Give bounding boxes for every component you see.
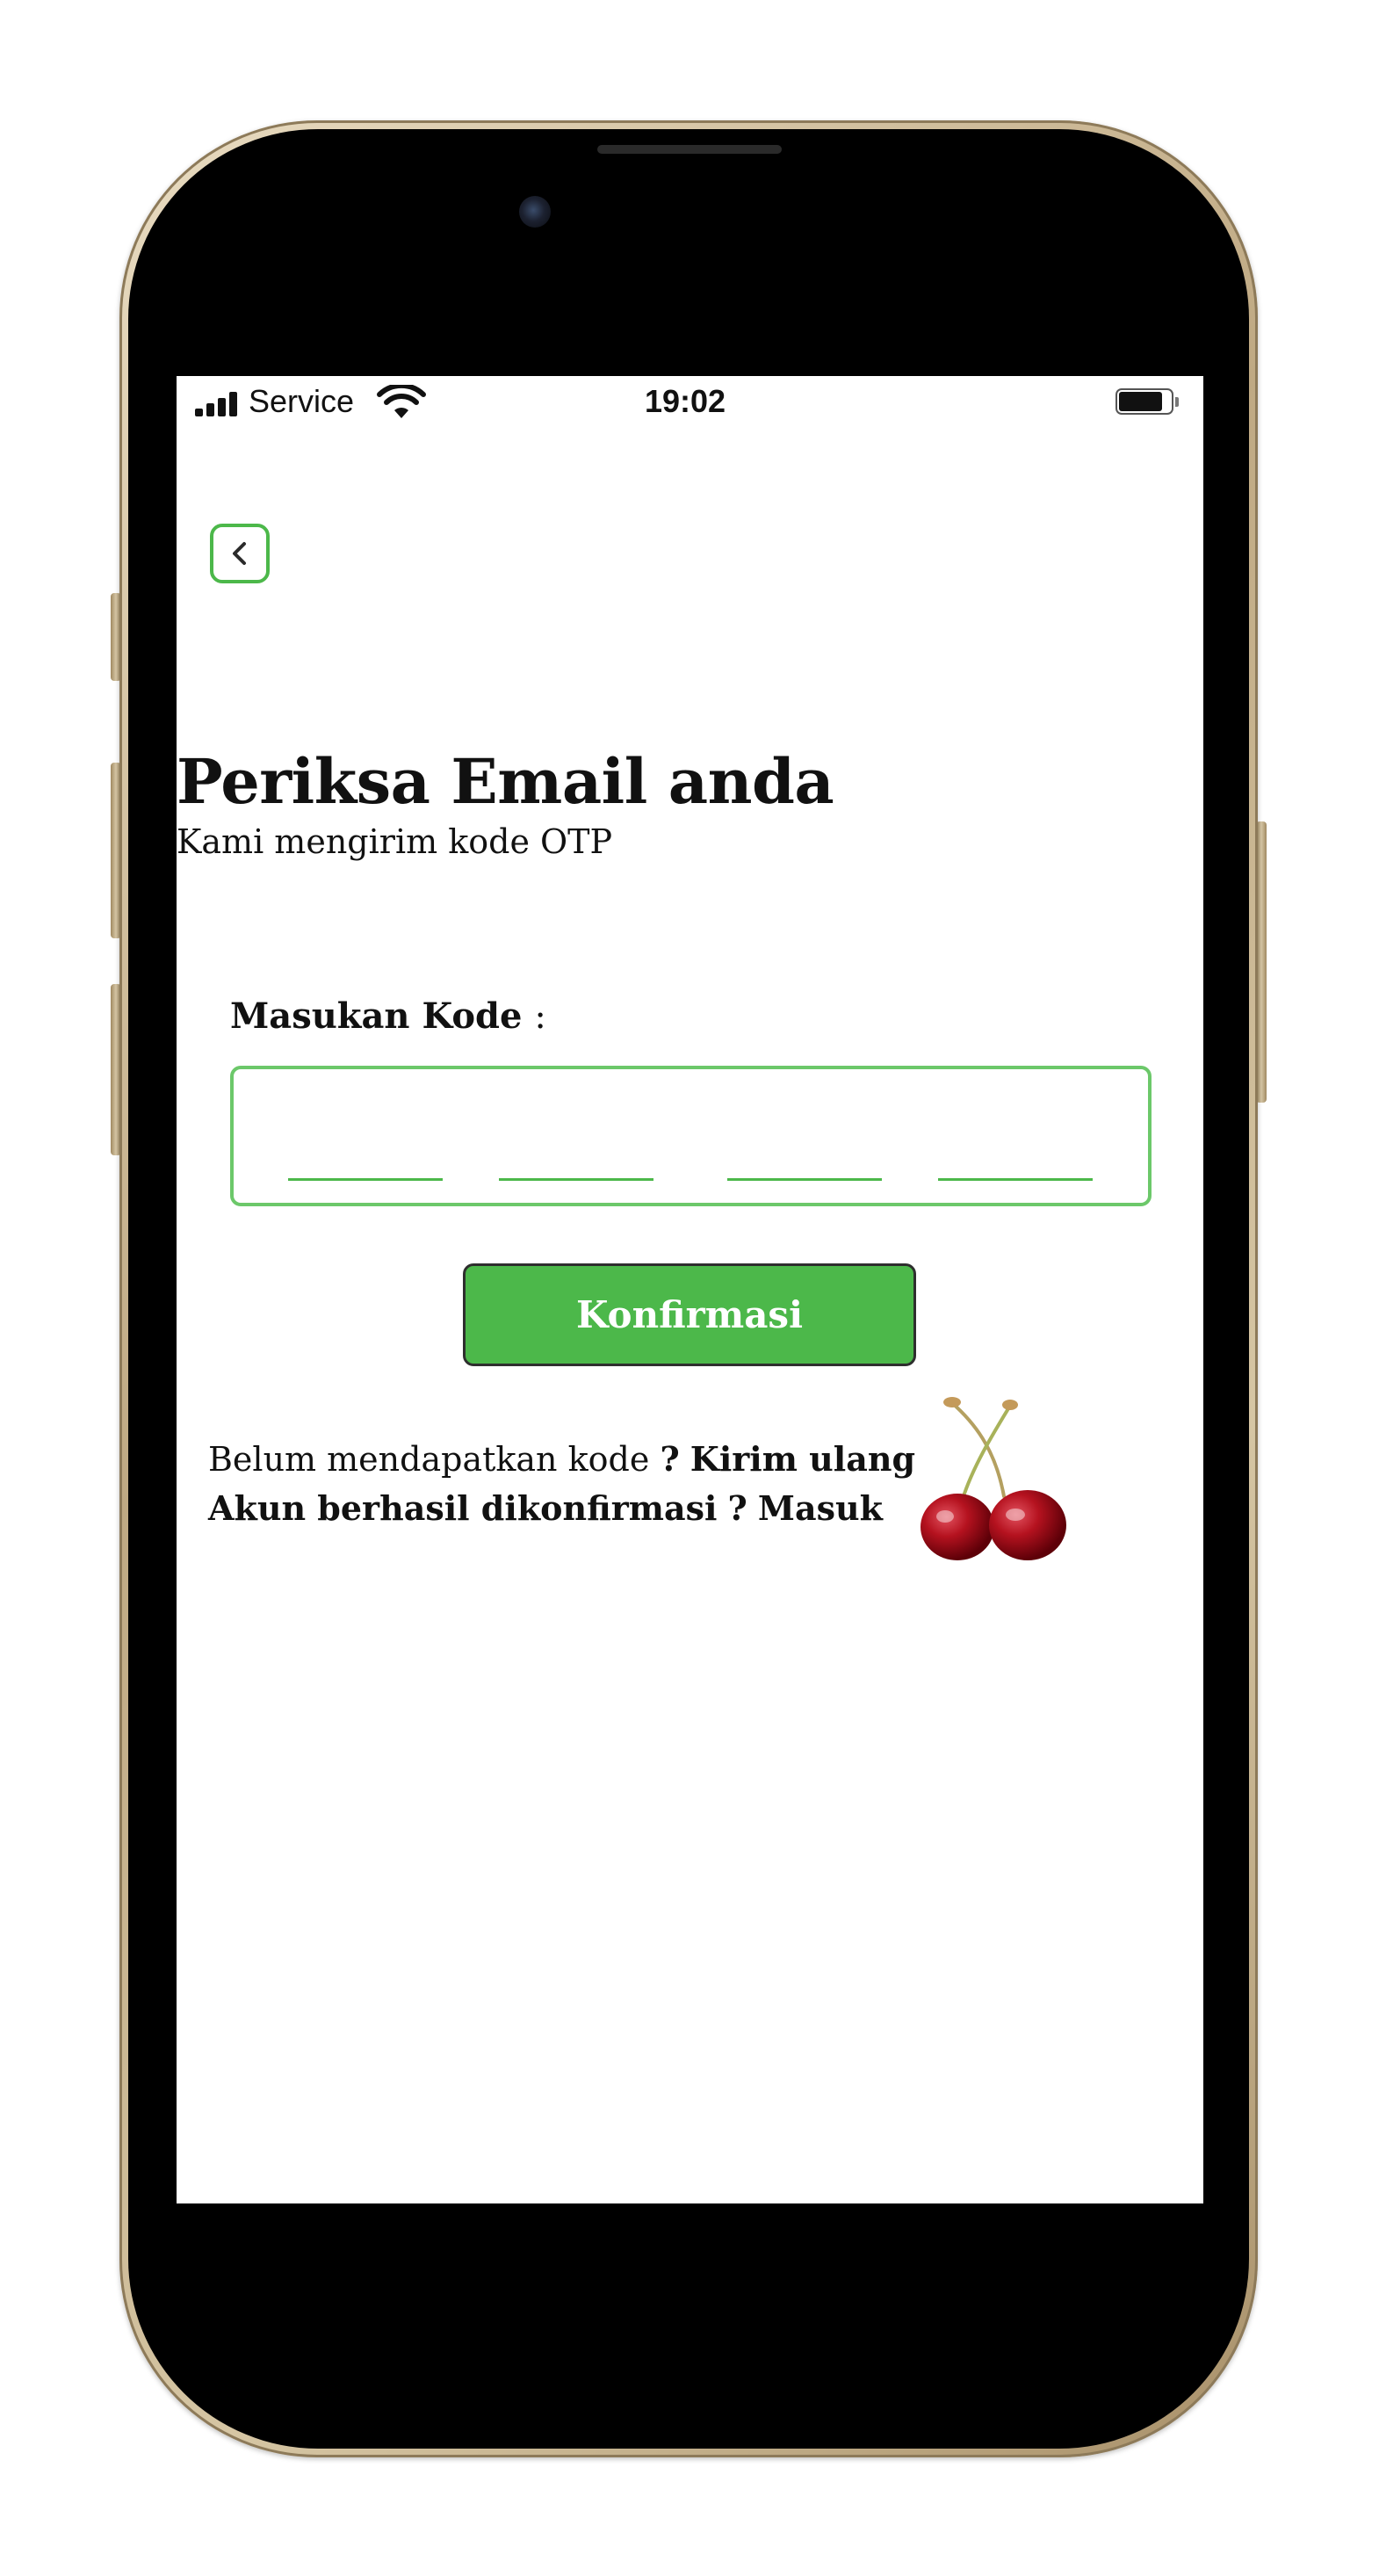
status-time: 19:02: [645, 383, 726, 419]
confirm-button[interactable]: Konfirmasi: [463, 1263, 916, 1366]
device-mockup: Service 19:02 Periksa Email anda Kami me…: [0, 0, 1379, 2576]
code-label-text: Masukan Kode: [230, 995, 523, 1037]
otp-digit-1[interactable]: [288, 1178, 443, 1181]
login-question-mark: ?: [727, 1488, 747, 1528]
page-subtitle: Kami mengirim kode OTP: [177, 822, 613, 861]
wifi-icon: [377, 385, 426, 418]
chevron-left-icon: [233, 542, 246, 565]
otp-digit-3[interactable]: [727, 1178, 882, 1181]
code-label: Masukan Kode :: [230, 995, 546, 1037]
battery-icon: [1115, 388, 1182, 418]
cherry-icon: [921, 1397, 1066, 1560]
resend-prompt: Belum mendapatkan kode: [208, 1440, 650, 1479]
otp-digit-2[interactable]: [499, 1178, 653, 1181]
front-camera: [519, 196, 551, 228]
login-link[interactable]: Masuk: [758, 1488, 883, 1528]
earpiece-speaker: [597, 145, 782, 154]
app-screen: Service 19:02 Periksa Email anda Kami me…: [177, 376, 1203, 2203]
resend-question-mark: ?: [660, 1439, 680, 1479]
resend-line: Belum mendapatkan kode ? Kirim ulang: [208, 1435, 915, 1484]
page-title: Periksa Email anda: [177, 745, 834, 818]
login-prompt: Akun berhasil dikonfirmasi: [208, 1488, 718, 1528]
otp-input-box[interactable]: [230, 1066, 1152, 1206]
status-bar: Service 19:02: [177, 376, 1203, 429]
cellular-signal-icon: [195, 392, 241, 416]
login-line: Akun berhasil dikonfirmasi ? Masuk: [208, 1484, 915, 1533]
battery-level-fill: [1119, 392, 1162, 411]
footer-links: Belum mendapatkan kode ? Kirim ulang Aku…: [208, 1435, 915, 1533]
otp-digit-4[interactable]: [938, 1178, 1093, 1181]
back-button[interactable]: [210, 524, 270, 583]
code-label-colon: :: [534, 996, 546, 1037]
carrier-name: Service: [249, 383, 355, 419]
resend-code-link[interactable]: Kirim ulang: [690, 1439, 915, 1479]
